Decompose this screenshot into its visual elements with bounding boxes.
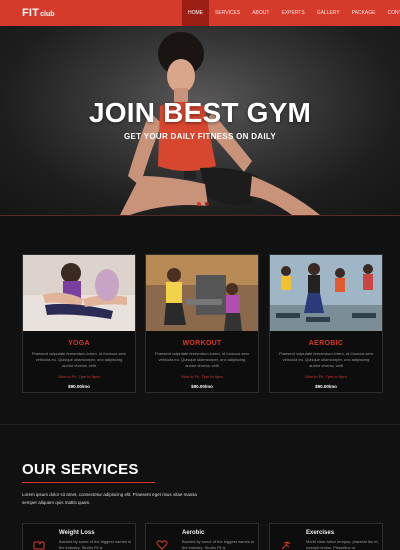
top-navbar: FIT club HOME SERVICES ABOUT EXPERTS GAL… [0,0,400,26]
service-description: Morbi vitae tortor tempus, placerat leo … [306,539,379,550]
scale-icon [33,541,45,550]
service-name: Aerobic [182,530,205,536]
class-card-yoga[interactable]: YOGA Praesent vulputate fermentum lorem,… [22,254,136,393]
services-intro: Lorem ipsum dolor sit amet, consectetur … [22,492,197,505]
nav-item-contact[interactable]: CONTACT [381,0,400,26]
class-title: AEROBIC [308,340,344,347]
workout-image [146,255,258,331]
class-description: Praesent vulputate fermentum lorem, id r… [278,351,374,368]
heart-icon [156,540,168,550]
aerobic-image [270,255,382,331]
class-time: Mon to Fri, 7pm to 9pm [305,374,347,379]
hero-subtitle: GET YOUR DAILY FITNESS ON DAILY [124,132,276,141]
class-description: Praesent vulputate fermentum lorem, id r… [31,351,127,368]
site-logo[interactable]: FIT club [22,7,55,19]
main-menu: HOME SERVICES ABOUT EXPERTS GALLERY PACK… [182,0,400,26]
class-card-aerobic[interactable]: AEROBIC Praesent vulputate fermentum lor… [269,254,383,393]
nav-item-gallery[interactable]: GALLERY [311,0,346,26]
services-title: OUR SERVICES [22,461,139,478]
service-card-exercises[interactable]: Exercises Morbi vitae tortor tempus, pla… [269,523,383,550]
nav-item-package[interactable]: PACKAGE [346,0,382,26]
nav-item-home[interactable]: HOME [182,0,209,26]
class-time: Mon to Fri, 7pm to 9pm [58,374,100,379]
class-description: Praesent vulputate fermentum lorem, id r… [154,351,250,368]
slider-dots [197,202,209,206]
services-section: OUR SERVICES Lorem ipsum dolor sit amet,… [0,425,400,550]
class-price: $90.00/mo [315,384,337,389]
nav-item-services[interactable]: SERVICES [209,0,246,26]
hero-banner: JOIN BEST GYM GET YOUR DAILY FITNESS ON … [0,26,400,215]
service-description: Backed by some of the biggest names in t… [59,539,132,550]
logo-subtext: club [40,11,55,18]
class-title: WORKOUT [182,340,222,347]
classes-section: YOGA Praesent vulputate fermentum lorem,… [0,216,400,424]
running-icon [281,541,291,550]
class-card-workout[interactable]: WORKOUT Praesent vulputate fermentum lor… [145,254,259,393]
service-name: Weight Loss [59,530,95,536]
logo-text: FIT [22,7,40,19]
class-price: $90.00/mo [68,384,90,389]
service-name: Exercises [306,530,335,536]
slider-dot-1[interactable] [197,202,201,206]
service-card-aerobic[interactable]: Aerobic Backed by some of the biggest na… [145,523,259,550]
class-time: Mon to Fri, 7pm to 9pm [181,374,223,379]
class-title: YOGA [68,340,90,347]
yoga-image [23,255,135,331]
service-description: Backed by some of the biggest names in t… [182,539,255,550]
hero-title: JOIN BEST GYM [89,97,311,128]
services-title-underline [22,482,155,483]
service-card-weight-loss[interactable]: Weight Loss Backed by some of the bigges… [22,523,136,550]
class-price: $90.00/mo [191,384,213,389]
slider-dot-2[interactable] [205,202,209,206]
nav-item-experts[interactable]: EXPERTS [275,0,310,26]
nav-item-about[interactable]: ABOUT [246,0,275,26]
